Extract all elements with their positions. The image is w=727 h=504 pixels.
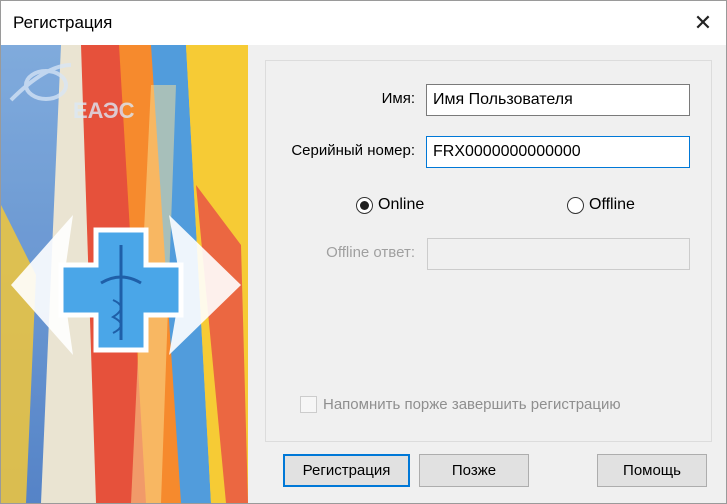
close-button[interactable]: ✕: [680, 1, 726, 45]
serial-number-label: Серийный номер:: [291, 142, 415, 159]
remind-checkbox-label: Напомнить порже завершить регистрацию: [323, 396, 621, 413]
close-icon: ✕: [693, 10, 713, 35]
radio-online-label: Online: [378, 196, 425, 213]
radio-offline[interactable]: Offline: [567, 196, 635, 214]
remind-checkbox[interactable]: [300, 396, 317, 413]
radio-offline-label: Offline: [589, 196, 635, 213]
banner-graphic: ЕАЭС: [1, 45, 248, 503]
title-bar[interactable]: Регистрация ✕: [1, 1, 726, 45]
offline-answer-label: Offline ответ:: [326, 244, 415, 261]
window-title: Регистрация: [13, 13, 113, 32]
banner-image: ЕАЭС: [1, 45, 248, 503]
radio-online-circle[interactable]: [356, 196, 373, 214]
name-field[interactable]: Имя Пользователя: [426, 84, 690, 116]
name-label: Имя:: [381, 90, 415, 107]
register-button[interactable]: Регистрация: [283, 454, 410, 487]
serial-number-field[interactable]: FRX0000000000000: [426, 136, 690, 168]
help-button[interactable]: Помощь: [597, 454, 707, 487]
offline-answer-field[interactable]: [427, 238, 690, 270]
remind-checkbox-row[interactable]: Напомнить порже завершить регистрацию: [300, 396, 621, 413]
banner-logo-text: ЕАЭС: [73, 98, 135, 123]
radio-selected-dot: [360, 200, 369, 210]
radio-offline-circle[interactable]: [567, 196, 584, 214]
later-button[interactable]: Позже: [419, 454, 529, 487]
registration-dialog: Регистрация ✕ ЕАЭС Имя: Имя Пользователя…: [0, 0, 727, 504]
radio-online[interactable]: Online: [356, 196, 424, 214]
